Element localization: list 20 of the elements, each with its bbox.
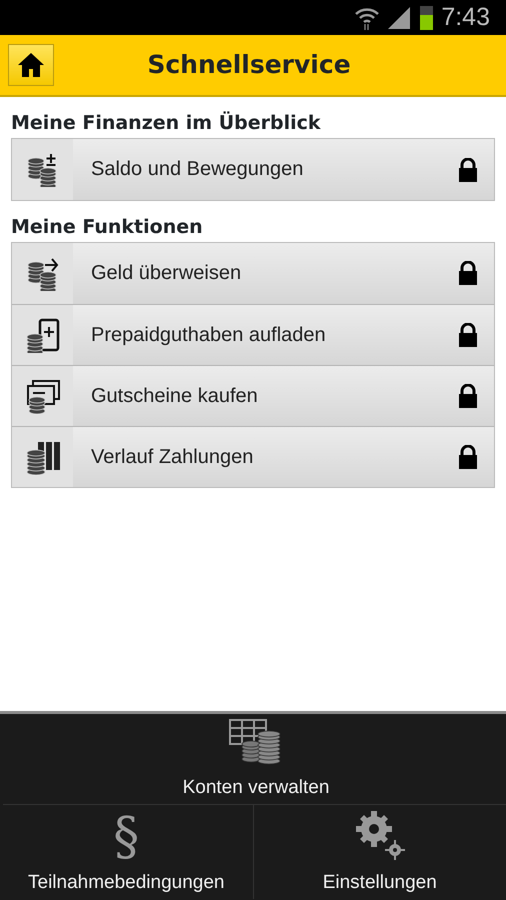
menu-button[interactable]: Konten verwalten xyxy=(3,714,506,805)
menu-item[interactable]: Gutscheine kaufen xyxy=(12,364,494,426)
menu-button[interactable]: Einstellungen xyxy=(252,805,506,899)
section-title: Meine Funktionen xyxy=(10,214,204,240)
signal-icon xyxy=(388,6,412,28)
section-title: Meine Finanzen im Überblick xyxy=(10,110,322,136)
phone-coins-icon xyxy=(24,316,60,353)
paragraph-icon: § xyxy=(113,810,140,862)
menu-item[interactable]: Verlauf Zahlungen xyxy=(12,426,494,487)
battery-icon xyxy=(420,6,434,30)
home-icon xyxy=(17,52,45,78)
home-button[interactable] xyxy=(8,44,54,86)
gears-icon xyxy=(354,808,406,860)
menu-item[interactable]: Prepaidguthaben aufladen xyxy=(12,304,494,365)
menu-item[interactable]: Saldo und Bewegungen xyxy=(12,138,494,200)
page-title: Schnellservice xyxy=(146,49,352,82)
status-time: 7:43 xyxy=(441,2,490,33)
menu-item[interactable]: Geld überweisen xyxy=(12,242,494,304)
voucher-coins-icon xyxy=(24,378,60,414)
menu-button[interactable]: § Teilnahmebedingungen xyxy=(0,805,252,899)
